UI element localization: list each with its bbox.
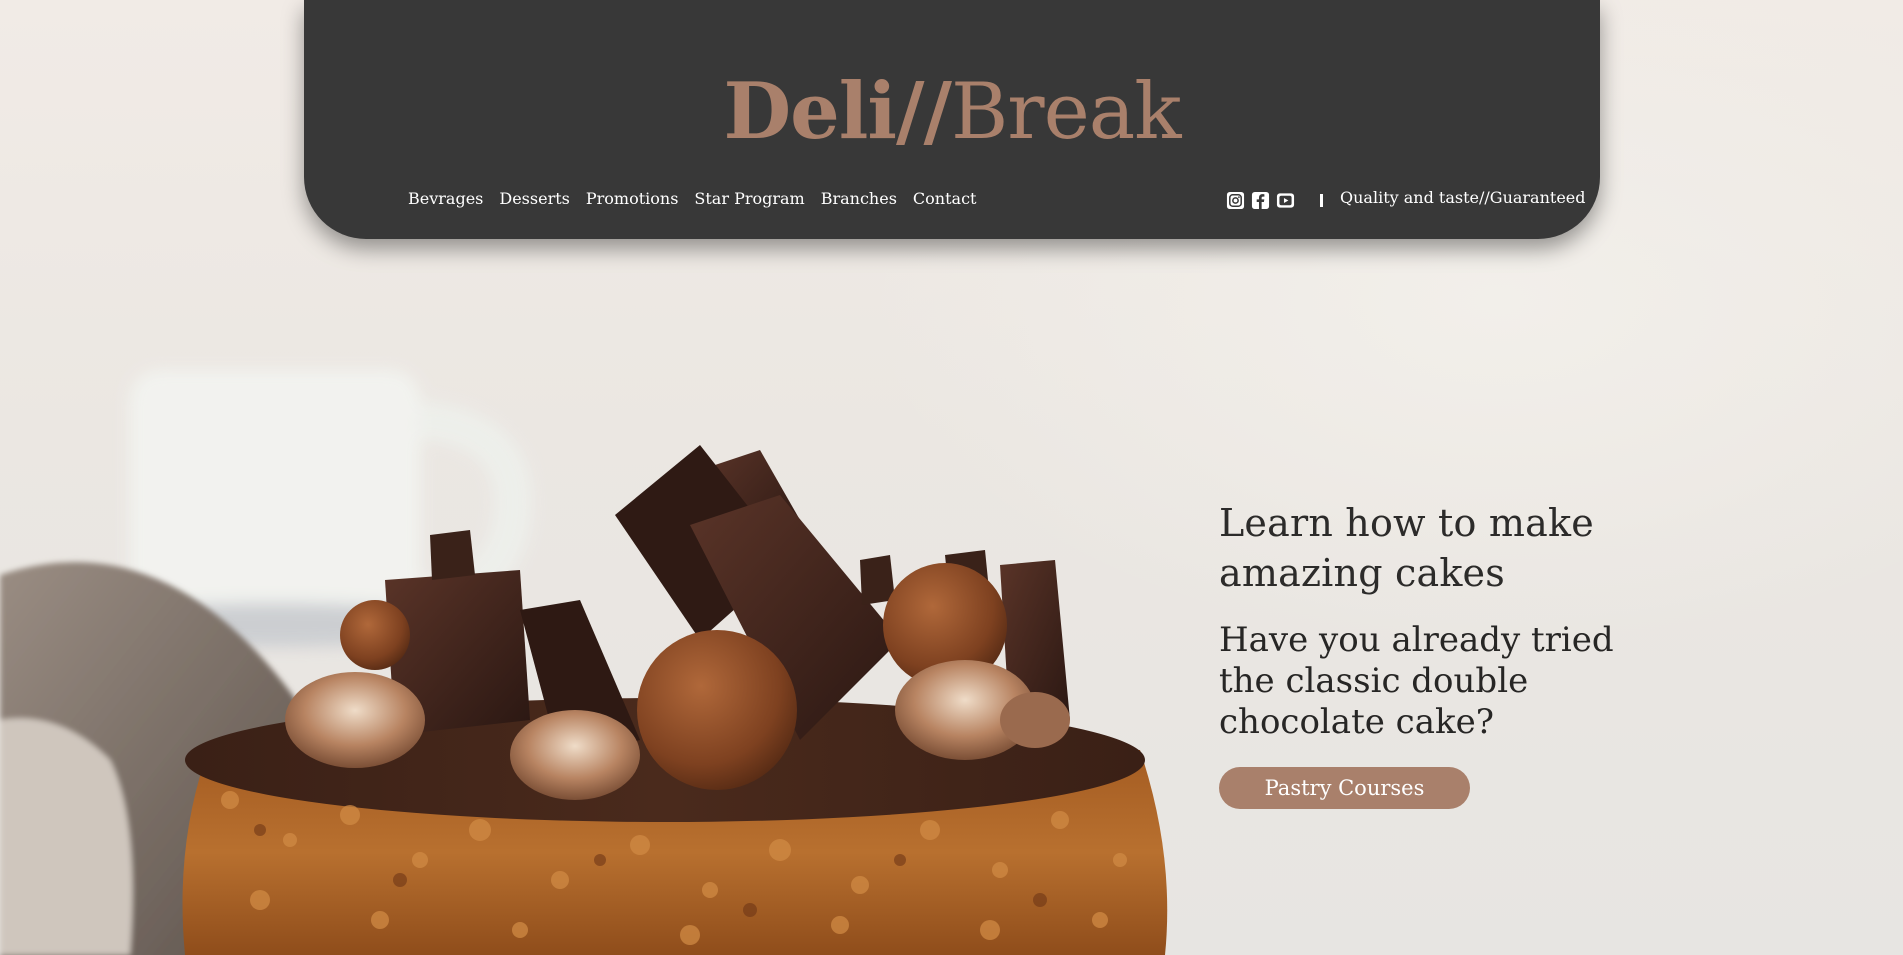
main-nav: Bevrages Desserts Promotions Star Progra… [408, 188, 976, 210]
hero-content: Learn how to make amazing cakes Have you… [1219, 498, 1639, 809]
brand-name-light: Break [950, 67, 1182, 157]
brand-logo[interactable]: Deli//Break [304, 66, 1600, 158]
nav-item-star-program[interactable]: Star Program [694, 188, 804, 210]
nav-item-contact[interactable]: Contact [913, 188, 977, 210]
instagram-icon[interactable] [1226, 191, 1245, 210]
site-header: Deli//Break Bevrages Desserts Promotions… [304, 0, 1600, 239]
brand-name-bold: Deli// [723, 66, 952, 157]
nav-item-desserts[interactable]: Desserts [499, 188, 569, 210]
facebook-icon[interactable] [1251, 191, 1270, 210]
social-links [1226, 191, 1295, 210]
hero-title: Learn how to make amazing cakes [1219, 501, 1594, 595]
hero-subtitle: Have you already tried the classic doubl… [1219, 620, 1614, 742]
header-tagline: Quality and taste//Guaranteed [1340, 188, 1586, 207]
nav-item-promotions[interactable]: Promotions [586, 188, 679, 210]
nav-item-branches[interactable]: Branches [821, 188, 897, 210]
nav-item-bevrages[interactable]: Bevrages [408, 188, 483, 210]
header-divider [1320, 194, 1323, 207]
youtube-icon[interactable] [1276, 191, 1295, 210]
pastry-courses-button[interactable]: Pastry Courses [1219, 767, 1470, 809]
